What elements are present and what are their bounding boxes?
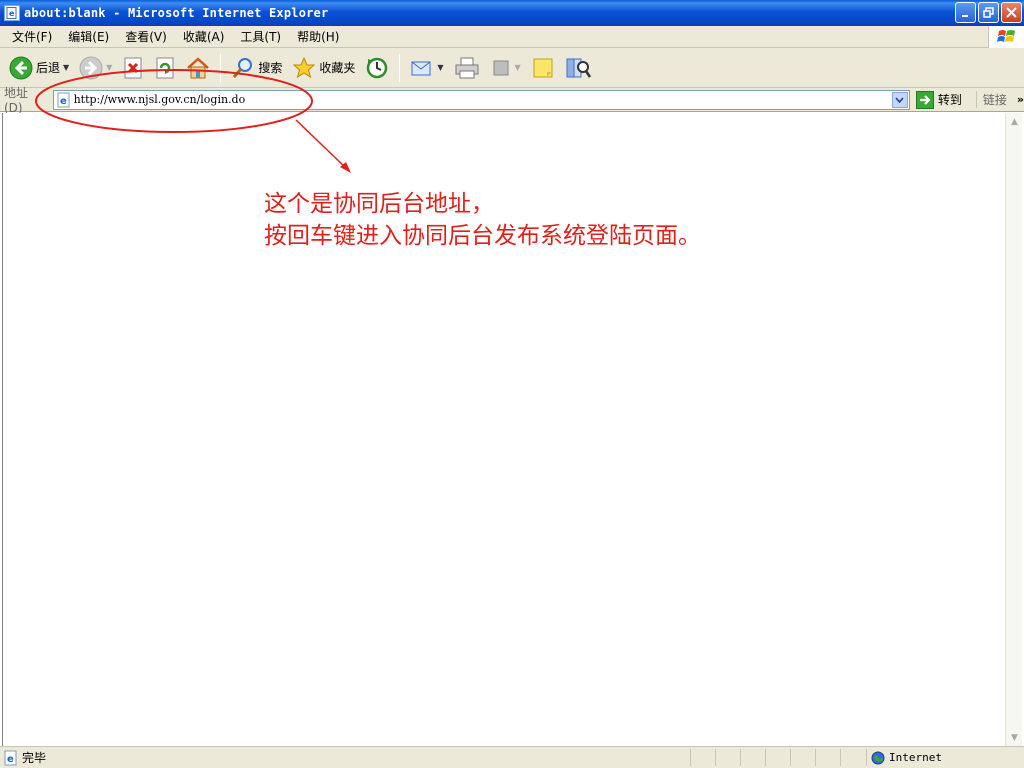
menu-tools[interactable]: 工具(T) xyxy=(232,28,289,45)
chevron-right-double-icon[interactable]: » xyxy=(1017,93,1024,106)
status-bar: e 完毕 Internet xyxy=(0,746,1024,768)
svg-text:e: e xyxy=(60,96,67,107)
menu-bar: 文件(F) 编辑(E) 查看(V) 收藏(A) 工具(T) 帮助(H) xyxy=(0,26,1024,48)
vertical-scrollbar[interactable]: ▲ ▼ xyxy=(1005,113,1022,746)
title-bar: e about:blank - Microsoft Internet Explo… xyxy=(0,0,1024,26)
url-input[interactable] xyxy=(71,90,872,109)
address-label: 地址(D) xyxy=(4,86,29,115)
forward-button[interactable]: ▼ xyxy=(76,52,115,84)
standard-toolbar: 后退 ▼ ▼ 搜索 收藏夹 ▼ ▼ xyxy=(0,48,1024,88)
search-button[interactable]: 搜索 xyxy=(228,52,285,84)
note-icon xyxy=(533,58,553,77)
close-button[interactable] xyxy=(1001,2,1022,23)
address-field[interactable]: e xyxy=(52,89,910,110)
edit-dropdown-icon[interactable]: ▼ xyxy=(515,63,521,72)
svg-text:e: e xyxy=(9,9,15,18)
close-icon xyxy=(1006,7,1017,18)
security-zone: Internet xyxy=(866,749,1024,766)
restore-button[interactable] xyxy=(978,2,999,23)
history-icon xyxy=(367,57,388,78)
go-label: 转到 xyxy=(937,93,962,107)
home-button[interactable] xyxy=(183,52,213,84)
scroll-down-icon[interactable]: ▼ xyxy=(1006,729,1023,746)
discuss-button[interactable] xyxy=(528,52,558,84)
favorites-button[interactable]: 收藏夹 xyxy=(289,52,358,84)
refresh-icon xyxy=(156,57,174,78)
star-icon xyxy=(293,56,316,78)
globe-icon xyxy=(871,751,885,764)
back-label: 后退 xyxy=(36,61,61,75)
back-dropdown-icon[interactable]: ▼ xyxy=(63,63,69,72)
mail-icon xyxy=(411,61,431,75)
minimize-button[interactable] xyxy=(955,2,976,23)
annotation-line-2: 按回车键进入协同后台发布系统登陆页面。 xyxy=(264,223,701,249)
menu-favorites[interactable]: 收藏(A) xyxy=(175,28,233,45)
search-icon xyxy=(233,57,253,78)
toolbar-separator xyxy=(220,53,222,82)
mail-dropdown-icon[interactable]: ▼ xyxy=(437,63,443,72)
page-icon: e xyxy=(57,92,70,107)
go-arrow-icon xyxy=(915,90,934,109)
address-bar: 地址(D) e 转到 链接 » xyxy=(0,86,1024,115)
favorites-label: 收藏夹 xyxy=(319,61,356,75)
status-text: 完毕 xyxy=(22,751,47,765)
back-button[interactable]: 后退 ▼ xyxy=(6,52,72,84)
stop-icon xyxy=(124,57,142,78)
zone-label: Internet xyxy=(889,751,942,764)
links-toolbar[interactable]: 链接 xyxy=(975,91,1007,108)
chevron-down-icon xyxy=(895,96,905,103)
page-status-icon: e xyxy=(4,750,17,765)
forward-arrow-icon xyxy=(79,56,103,79)
window-title: about:blank - Microsoft Internet Explore… xyxy=(24,6,329,20)
print-button[interactable] xyxy=(451,52,483,84)
go-button[interactable]: 转到 xyxy=(915,90,962,109)
mail-button[interactable]: ▼ xyxy=(407,52,446,84)
menu-help[interactable]: 帮助(H) xyxy=(289,28,347,45)
back-arrow-icon xyxy=(9,56,33,79)
search-label: 搜索 xyxy=(258,61,283,75)
address-dropdown-button[interactable] xyxy=(891,91,908,108)
stop-button[interactable] xyxy=(119,52,147,84)
menu-edit[interactable]: 编辑(E) xyxy=(60,28,117,45)
research-icon xyxy=(566,58,591,78)
minimize-icon xyxy=(961,14,968,17)
toolbar-separator xyxy=(399,53,401,82)
printer-icon xyxy=(455,57,479,78)
forward-dropdown-icon[interactable]: ▼ xyxy=(106,63,112,72)
menu-file[interactable]: 文件(F) xyxy=(4,28,60,45)
windows-logo-icon xyxy=(988,26,1024,48)
status-panels xyxy=(690,749,865,766)
refresh-button[interactable] xyxy=(151,52,179,84)
research-button[interactable] xyxy=(562,52,594,84)
scroll-up-icon[interactable]: ▲ xyxy=(1006,113,1023,130)
restore-icon xyxy=(983,7,994,18)
edit-page-icon xyxy=(493,60,509,75)
menu-view[interactable]: 查看(V) xyxy=(117,28,175,45)
svg-text:e: e xyxy=(7,754,14,765)
history-button[interactable] xyxy=(362,52,392,84)
ie-document-icon: e xyxy=(4,5,20,21)
annotation-text: 这个是协同后台地址， 按回车键进入协同后台发布系统登陆页面。 xyxy=(264,188,701,252)
annotation-line-1: 这个是协同后台地址， xyxy=(264,191,494,217)
home-icon xyxy=(187,56,210,78)
edit-button[interactable]: ▼ xyxy=(487,52,524,84)
